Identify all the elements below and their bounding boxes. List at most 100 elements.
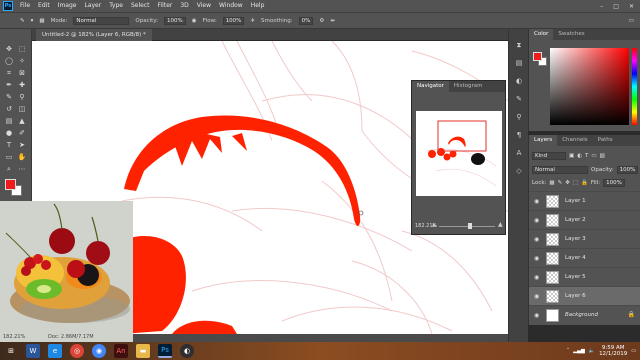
start-icon[interactable]: ⊞ [4, 344, 18, 358]
visibility-eye-icon[interactable]: ◉ [534, 312, 539, 319]
navigator-view-box[interactable] [437, 120, 487, 152]
symmetry-icon[interactable]: ⇹ [330, 18, 335, 24]
adjustments-panel-icon[interactable]: ◐ [514, 77, 524, 86]
color-panel-foreground[interactable] [533, 52, 542, 61]
paragraph-panel-icon[interactable]: ¶ [514, 131, 524, 140]
path-select-icon[interactable]: ➤ [17, 141, 27, 150]
filter-adjust-icon[interactable]: ◐ [577, 153, 582, 159]
clone-source-icon[interactable]: ⚲ [514, 113, 524, 122]
workspace-icon[interactable]: ▭ [629, 18, 634, 24]
network-icon[interactable]: ▂▄▆ [573, 348, 585, 354]
quick-select-icon[interactable]: ✧ [17, 57, 27, 66]
blur-tool-icon[interactable]: ▲ [17, 117, 27, 126]
type-tool-icon[interactable]: T [4, 141, 14, 150]
menu-3d[interactable]: 3D [176, 0, 192, 12]
brush-tool-icon[interactable]: ✎ [4, 93, 14, 102]
smoothing-settings-icon[interactable]: ⚙ [319, 18, 324, 24]
brush-preset-icon[interactable]: ✎ [20, 18, 25, 24]
opacity-field[interactable]: 100% [164, 16, 186, 25]
properties-panel-icon[interactable]: ▤ [514, 59, 524, 68]
zoom-in-icon[interactable]: ▲ [498, 221, 503, 228]
layer-row[interactable]: ◉ Layer 1 [529, 191, 640, 210]
visibility-eye-icon[interactable]: ◉ [534, 293, 539, 300]
explorer-icon[interactable]: e [48, 344, 62, 358]
pressure-opacity-icon[interactable]: ◉ [192, 18, 197, 24]
menu-edit[interactable]: Edit [34, 0, 54, 12]
hue-slider[interactable] [632, 48, 637, 125]
layer-row[interactable]: ◉ Layer 5 [529, 267, 640, 286]
gradient-tool-icon[interactable]: ▤ [4, 117, 14, 126]
filter-shape-icon[interactable]: ▭ [591, 153, 596, 159]
animate-icon[interactable]: An [114, 344, 128, 358]
lock-icon[interactable]: 🔒 [628, 311, 635, 318]
word-icon[interactable]: W [26, 344, 40, 358]
color-picker-field[interactable] [550, 48, 629, 125]
layer-fill-field[interactable]: 100% [603, 178, 625, 187]
menu-select[interactable]: Select [127, 0, 154, 12]
notifications-icon[interactable]: ▭ [631, 348, 636, 354]
lock-position-icon[interactable]: ✥ [565, 180, 570, 186]
eyedropper-icon[interactable]: ✒ [4, 81, 14, 90]
mode-select[interactable]: Normal [73, 16, 130, 25]
shape-tool-icon[interactable]: ▭ [4, 153, 14, 162]
navigator-thumbnail[interactable] [416, 111, 502, 196]
visibility-eye-icon[interactable]: ◉ [534, 274, 539, 281]
clock[interactable]: 9:59 AM 12/1/2019 [599, 345, 627, 357]
minimize-icon[interactable]: – [600, 3, 603, 10]
tab-histogram[interactable]: Histogram [449, 81, 488, 92]
visibility-eye-icon[interactable]: ◉ [534, 236, 539, 243]
lock-all-icon[interactable]: 🔒 [581, 180, 588, 186]
obs-icon[interactable]: ◐ [180, 344, 194, 358]
lock-pixels-icon[interactable]: ▦ [549, 180, 554, 186]
document-tab[interactable]: Untitled-2 @ 182% (Layer 6, RGB/8) * [36, 29, 152, 41]
layer-opacity-field[interactable]: 100% [616, 165, 639, 174]
filter-pixel-icon[interactable]: ▣ [569, 153, 574, 159]
menu-help[interactable]: Help [247, 0, 269, 12]
history-brush-icon[interactable]: ↺ [4, 105, 14, 114]
tab-color[interactable]: Color [529, 29, 554, 40]
dodge-tool-icon[interactable]: ● [4, 129, 14, 138]
zoom-out-icon[interactable]: ▲ [432, 222, 436, 228]
tab-paths[interactable]: Paths [593, 135, 618, 146]
clone-stamp-icon[interactable]: ⚲ [17, 93, 27, 102]
zoom-slider-handle[interactable] [468, 223, 472, 229]
crop-tool-icon[interactable]: ⌗ [4, 69, 14, 78]
chrome-icon[interactable]: ◎ [70, 344, 84, 358]
maximize-icon[interactable]: □ [613, 3, 619, 10]
layer-row-background[interactable]: ◉ Background 🔒 [529, 305, 640, 324]
pen-tool-icon[interactable]: ✐ [17, 129, 27, 138]
filter-type-icon[interactable]: T [585, 153, 588, 159]
styles-panel-icon[interactable]: ◇ [514, 167, 524, 176]
menu-image[interactable]: Image [54, 0, 81, 12]
close-icon[interactable]: ✕ [629, 3, 634, 10]
visibility-eye-icon[interactable]: ◉ [534, 198, 539, 205]
history-panel-icon[interactable]: ⧗ [514, 41, 524, 50]
move-tool-icon[interactable]: ✥ [4, 45, 14, 54]
layer-row-selected[interactable]: ◉ Layer 6 [529, 286, 640, 305]
filter-smart-icon[interactable]: ▧ [600, 153, 605, 159]
zoom-slider[interactable] [439, 226, 495, 227]
menu-layer[interactable]: Layer [80, 0, 105, 12]
marquee-tool-icon[interactable]: ⬚ [17, 45, 27, 54]
layer-kind-filter[interactable]: Kind [532, 151, 566, 160]
visibility-eye-icon[interactable]: ◉ [534, 255, 539, 262]
more-tools-icon[interactable]: ⋯ [17, 165, 27, 174]
brush-settings-icon[interactable]: ▦ [39, 18, 44, 24]
hand-tool-icon[interactable]: ✋ [17, 153, 27, 162]
flow-field[interactable]: 100% [222, 16, 245, 25]
menu-view[interactable]: View [193, 0, 215, 12]
healing-brush-icon[interactable]: ✚ [17, 81, 27, 90]
layer-row[interactable]: ◉ Layer 2 [529, 210, 640, 229]
layer-row[interactable]: ◉ Layer 3 [529, 229, 640, 248]
menu-file[interactable]: File [16, 0, 34, 12]
airbrush-icon[interactable]: ✈ [250, 18, 255, 24]
foreground-color-swatch[interactable] [5, 179, 16, 190]
layer-blend-mode[interactable]: Normal [532, 165, 588, 174]
character-panel-icon[interactable]: A [514, 149, 524, 158]
lock-paint-icon[interactable]: ✎ [558, 180, 563, 186]
frame-tool-icon[interactable]: ⊠ [17, 69, 27, 78]
visibility-eye-icon[interactable]: ◉ [534, 217, 539, 224]
menu-filter[interactable]: Filter [154, 0, 177, 12]
tab-navigator[interactable]: Navigator [412, 81, 449, 92]
menu-window[interactable]: Window [215, 0, 247, 12]
